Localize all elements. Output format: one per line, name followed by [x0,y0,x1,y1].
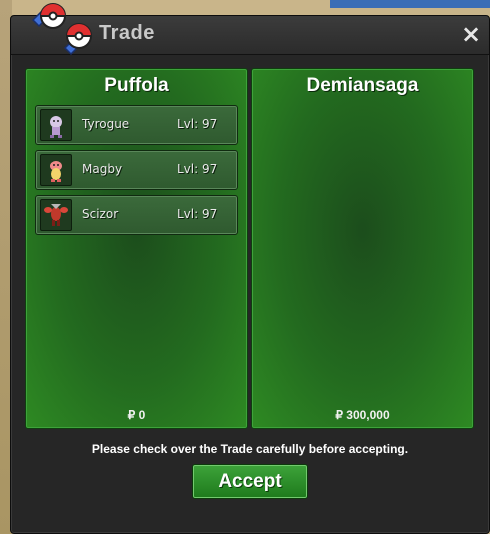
close-icon[interactable]: × [459,22,483,46]
pokeball-trade-icon [31,3,92,56]
player-name-right: Demiansaga [306,75,419,96]
partner-offer-panel: Demiansaga ₽ 300,000 [251,68,474,429]
money-offer-left: ₽ 0 [127,408,146,422]
my-offer-panel: Puffola Tyrogue Lvl: 97 Magby Lvl: 97 Sc… [25,68,248,429]
pokemon-level: Lvl: 97 [177,207,218,221]
player-name-left: Puffola [104,75,169,96]
scizor-icon [40,199,72,231]
window-title: Trade [99,22,155,44]
list-item[interactable]: Tyrogue Lvl: 97 [35,105,238,145]
trade-window: Trade × Puffola Tyrogue Lvl: 97 Magby Lv… [10,3,490,534]
trade-notice: Please check over the Trade carefully be… [91,442,409,456]
magby-icon [40,154,72,186]
accept-button[interactable]: Accept [192,464,308,499]
tyrogue-icon [40,109,72,141]
pokemon-name: Tyrogue [82,117,130,131]
pokemon-name: Magby [82,162,123,176]
pokemon-level: Lvl: 97 [177,162,218,176]
background-sprite-strip [330,0,490,8]
list-item[interactable]: Scizor Lvl: 97 [35,195,238,235]
money-offer-right: ₽ 300,000 [335,408,390,422]
offered-pokemon-list: Tyrogue Lvl: 97 Magby Lvl: 97 Scizor Lvl… [35,105,238,240]
pokemon-name: Scizor [82,207,119,221]
list-item[interactable]: Magby Lvl: 97 [35,150,238,190]
pokemon-level: Lvl: 97 [177,117,218,131]
